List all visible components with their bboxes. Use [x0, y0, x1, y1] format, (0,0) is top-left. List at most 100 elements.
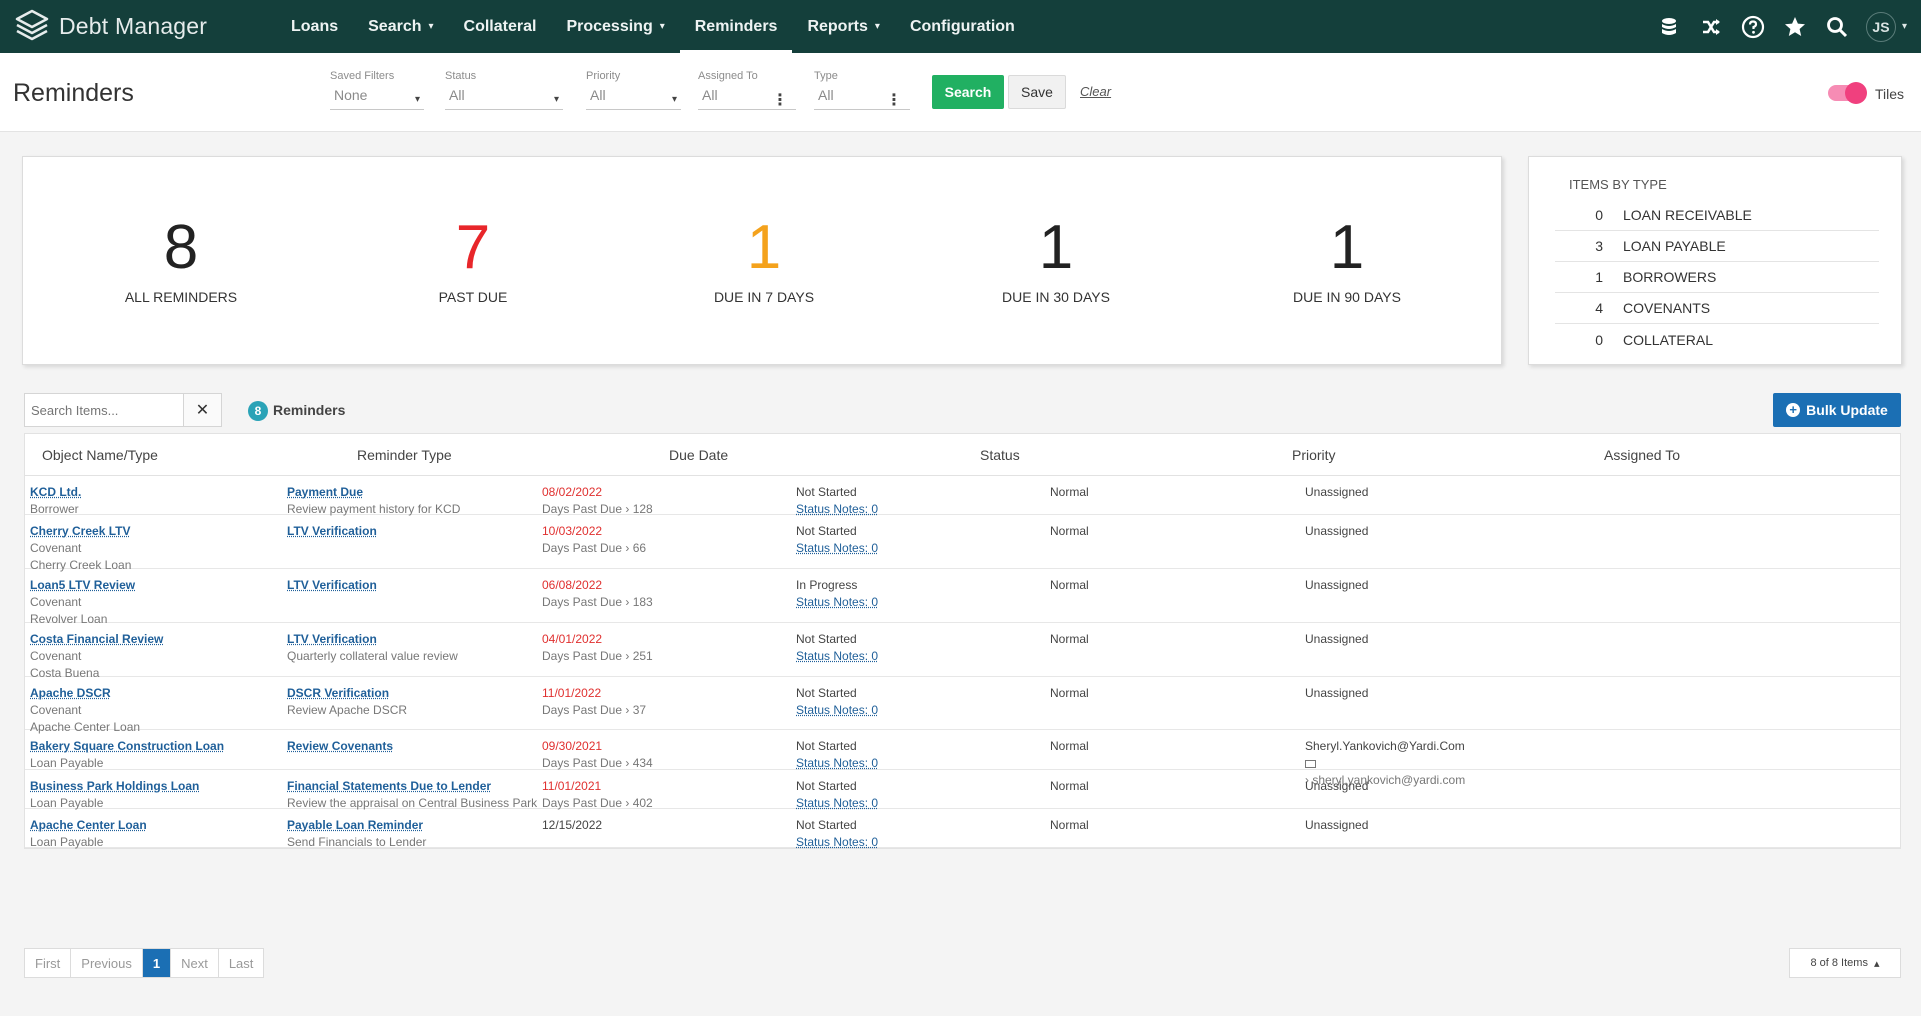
object-link[interactable]: Bakery Square Construction Loan [30, 738, 224, 755]
type-row-collateral[interactable]: 0 COLLATERAL [1555, 324, 1879, 355]
first-page-button[interactable]: First [25, 949, 72, 977]
stat-due-30-days[interactable]: 1 DUE IN 30 DAYS [956, 217, 1156, 306]
close-icon[interactable]: ✕ [183, 394, 221, 426]
priority-label: Priority [586, 70, 621, 82]
priority-value: Normal [1050, 779, 1089, 793]
status-notes-link[interactable]: Status Notes: 0 [796, 648, 878, 665]
nav-item-processing[interactable]: Processing ▾ [551, 0, 679, 53]
clear-link[interactable]: Clear [1080, 84, 1111, 99]
table-row: Business Park Holdings Loan Loan Payable F… [25, 770, 1900, 810]
object-cell: KCD Ltd. Borrower [30, 484, 81, 518]
reminder-type-link[interactable]: Payment Due [287, 484, 460, 501]
assigned-value: Unassigned [1305, 779, 1369, 793]
bulk-update-button[interactable]: + Bulk Update [1773, 393, 1901, 427]
reminder-type-link[interactable]: LTV Verification [287, 631, 458, 648]
search-icon[interactable] [1824, 14, 1850, 40]
reminder-type-link[interactable]: LTV Verification [287, 577, 377, 594]
reminder-type-link[interactable]: LTV Verification [287, 523, 377, 540]
col-object[interactable]: Object Name/Type [42, 447, 158, 463]
status-cell: In Progress Status Notes: 0 [796, 577, 878, 611]
reminder-cell: LTV Verification [287, 577, 377, 594]
nav-item-label: Loans [291, 17, 339, 35]
top-nav: Debt Manager Loans Search ▾ Collateral Proce… [0, 0, 1921, 53]
stat-due-7-days[interactable]: 1 DUE IN 7 DAYS [664, 217, 864, 306]
col-assigned-to[interactable]: Assigned To [1604, 447, 1680, 463]
status-notes-link[interactable]: Status Notes: 0 [796, 540, 878, 557]
nav-item-reminders[interactable]: Reminders [679, 0, 793, 53]
type-select[interactable]: Type All ⋮ [814, 70, 910, 110]
stat-value: 8 [163, 213, 199, 282]
help-icon[interactable] [1740, 14, 1766, 40]
last-page-button[interactable]: Last [219, 949, 264, 977]
reminder-type-link[interactable]: DSCR Verification [287, 685, 407, 702]
object-link[interactable]: KCD Ltd. [30, 484, 81, 501]
reminder-type-link[interactable]: Financial Statements Due to Lender [287, 778, 537, 795]
search-button[interactable]: Search [932, 75, 1004, 109]
search-items-input[interactable] [25, 394, 184, 426]
nav-item-label: Processing [566, 17, 653, 35]
more-options-icon[interactable]: ⋮ [772, 90, 788, 110]
avatar[interactable]: JS [1865, 11, 1896, 42]
reminder-type-link[interactable]: Payable Loan Reminder [287, 817, 426, 834]
reminder-type-link[interactable]: Review Covenants [287, 738, 393, 755]
priority-cell: Normal [1050, 738, 1089, 755]
object-link[interactable]: Loan5 LTV Review [30, 577, 135, 594]
col-status[interactable]: Status [980, 447, 1020, 463]
next-page-button[interactable]: Next [171, 949, 219, 977]
toggle-knob [1845, 82, 1867, 104]
days-past-due: Days Past Due › 66 [542, 541, 647, 555]
stat-all-reminders[interactable]: 8 ALL REMINDERS [81, 213, 281, 306]
col-priority[interactable]: Priority [1292, 447, 1336, 463]
assigned-cell: Unassigned [1305, 817, 1368, 834]
assigned-value: Unassigned [1305, 632, 1369, 646]
type-name: COVENANTS [1623, 300, 1711, 316]
nav-item-configuration[interactable]: Configuration [895, 0, 1030, 53]
object-link[interactable]: Costa Financial Review [30, 631, 163, 648]
save-button[interactable]: Save [1008, 75, 1066, 109]
status-cell: Not Started Status Notes: 0 [796, 631, 878, 665]
nav-item-search[interactable]: Search ▾ [353, 0, 448, 53]
more-options-icon[interactable]: ⋮ [886, 90, 902, 110]
object-cell: Apache Center Loan Loan Payable [30, 817, 147, 851]
saved-filters-select[interactable]: Saved Filters None ▾ [330, 70, 424, 110]
assigned-to-select[interactable]: Assigned To All ⋮ [698, 70, 796, 110]
object-link[interactable]: Apache DSCR [30, 685, 140, 702]
page-size-select[interactable]: 8 of 8 Items ▴ [1789, 948, 1901, 978]
status-value: All [449, 87, 465, 103]
days-past-due: Days Past Due › 251 [542, 649, 653, 663]
stat-past-due[interactable]: 7 PAST DUE [373, 217, 573, 306]
pagination: First Previous 1 Next Last [24, 948, 265, 978]
object-link[interactable]: Cherry Creek LTV [30, 523, 131, 540]
nav-item-loans[interactable]: Loans [276, 0, 353, 53]
type-row-borrowers[interactable]: 1 BORROWERS [1555, 262, 1879, 293]
tiles-toggle[interactable] [1828, 82, 1867, 104]
col-due-date[interactable]: Due Date [669, 447, 728, 463]
object-link[interactable]: Business Park Holdings Loan [30, 778, 199, 795]
user-menu-caret[interactable]: ▾ [1902, 21, 1907, 32]
status-notes-link[interactable]: Status Notes: 0 [796, 594, 878, 611]
col-reminder-type[interactable]: Reminder Type [357, 447, 452, 463]
priority-select[interactable]: Priority All ▾ [586, 70, 681, 110]
database-icon[interactable] [1656, 14, 1682, 40]
nav-item-reports[interactable]: Reports ▾ [792, 0, 894, 53]
status-notes-link[interactable]: Status Notes: 0 [796, 702, 878, 719]
status-value: Not Started [796, 485, 857, 499]
brand[interactable]: Debt Manager [14, 8, 264, 45]
type-row-loan-payable[interactable]: 3 LOAN PAYABLE [1555, 231, 1879, 262]
reminder-cell: LTV Verification Quarterly collateral val… [287, 631, 458, 665]
reminder-cell: Review Covenants [287, 738, 393, 755]
reminder-cell: Payment Due Review payment history for KC… [287, 484, 460, 518]
star-icon[interactable] [1782, 14, 1808, 40]
shuffle-icon[interactable] [1698, 14, 1724, 40]
stat-due-90-days[interactable]: 1 DUE IN 90 DAYS [1247, 217, 1447, 306]
status-select[interactable]: Status All ▾ [445, 70, 563, 110]
object-link[interactable]: Apache Center Loan [30, 817, 147, 834]
due-date: 10/03/2022 [542, 524, 603, 538]
nav-item-collateral[interactable]: Collateral [449, 0, 552, 53]
previous-page-button[interactable]: Previous [71, 949, 143, 977]
type-row-covenants[interactable]: 4 COVENANTS [1555, 293, 1879, 324]
table-body: KCD Ltd. Borrower Payment Due Review paymen… [25, 476, 1900, 851]
type-row-loan-receivable[interactable]: 0 LOAN RECEIVABLE [1555, 200, 1879, 231]
status-notes-link[interactable]: Status Notes: 0 [796, 834, 878, 851]
page-1-button[interactable]: 1 [142, 949, 172, 977]
